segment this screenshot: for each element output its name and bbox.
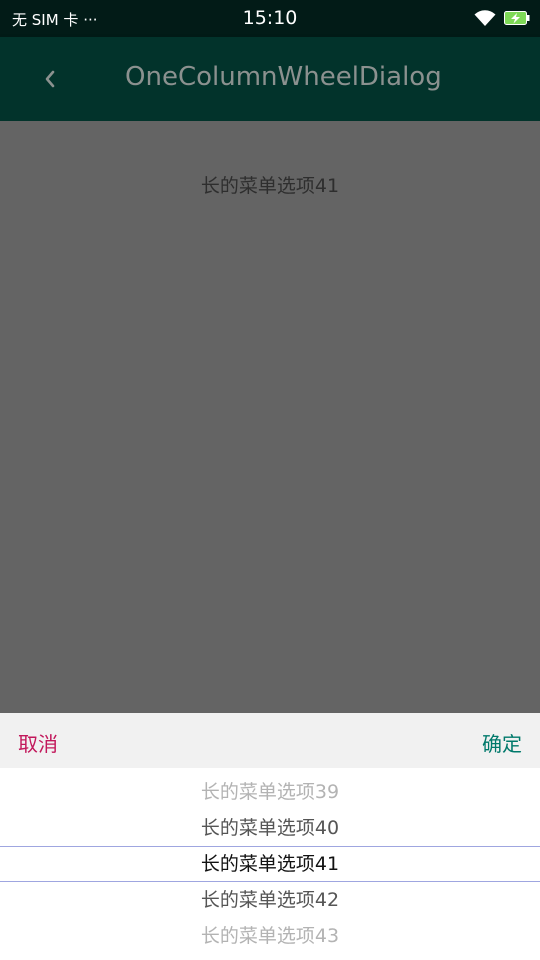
app-bar: OneColumnWheelDialog — [0, 37, 540, 121]
wheel-item[interactable]: 长的菜单选项43 — [0, 918, 540, 954]
wheel-item[interactable]: 长的菜单选项42 — [0, 882, 540, 918]
confirm-button[interactable]: 确定 — [482, 728, 522, 757]
dialog-header: 取消 确定 — [0, 713, 540, 768]
chevron-left-icon — [45, 70, 55, 88]
content-area[interactable]: 长的菜单选项41 — [0, 121, 540, 713]
wheel-item[interactable]: 长的菜单选项40 — [0, 810, 540, 846]
wheel-item[interactable]: 长的菜单选项39 — [0, 774, 540, 810]
back-button[interactable] — [30, 59, 70, 99]
page-title: OneColumnWheelDialog — [125, 62, 442, 92]
wifi-icon — [474, 9, 496, 31]
cancel-button[interactable]: 取消 — [18, 728, 58, 757]
status-time: 15:10 — [242, 7, 298, 29]
wheel-item-selected[interactable]: 长的菜单选项41 — [0, 846, 540, 882]
status-icons — [474, 9, 530, 31]
battery-charging-icon — [504, 10, 530, 30]
wheel-picker[interactable]: 长的菜单选项39 长的菜单选项40 长的菜单选项41 长的菜单选项42 长的菜单… — [0, 768, 540, 960]
status-bar: 无 SIM 卡 ··· 15:10 — [0, 0, 540, 37]
selected-value-text: 长的菜单选项41 — [200, 175, 340, 197]
